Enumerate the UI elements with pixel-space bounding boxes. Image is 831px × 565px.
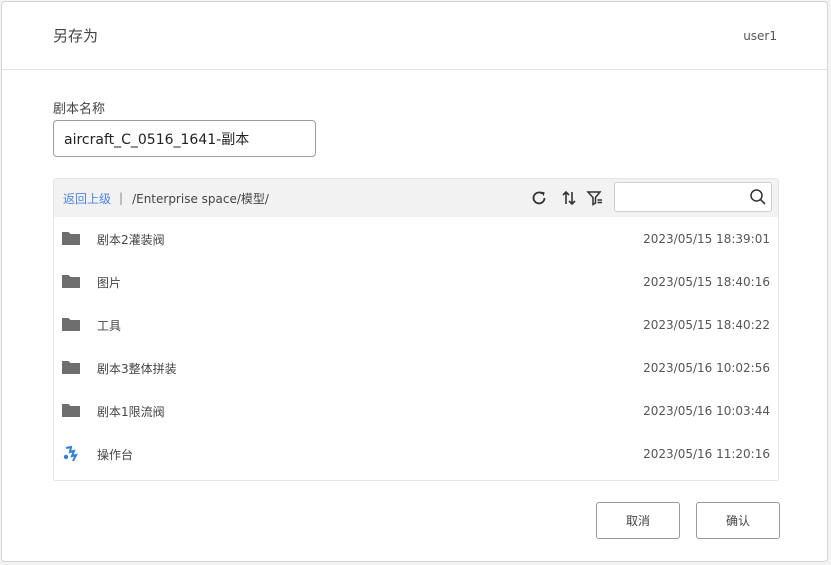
scenario-name-input[interactable] (53, 120, 316, 157)
dialog-title: 另存为 (53, 27, 99, 45)
cancel-button[interactable]: 取消 (596, 502, 680, 539)
user-name: user1 (743, 28, 777, 43)
refresh-icon[interactable] (529, 188, 549, 208)
folder-icon (62, 359, 80, 377)
search-input[interactable] (615, 183, 745, 211)
file-time: 2023/05/16 10:02:56 (643, 361, 770, 375)
confirm-button[interactable]: 确认 (696, 502, 780, 539)
name-field-label: 剧本名称 (53, 102, 106, 117)
folder-icon (62, 402, 80, 420)
folder-icon (62, 273, 80, 291)
file-browser-toolbar: 返回上级 | /Enterprise space/模型/ (54, 179, 778, 217)
file-name: 剧本3整体拼装 (97, 361, 177, 376)
file-name: 工具 (97, 318, 122, 333)
file-time: 2023/05/15 18:40:22 (643, 318, 770, 332)
folder-icon (62, 230, 80, 248)
list-item[interactable]: 剧本2灌装阀 2023/05/15 18:39:01 (54, 218, 778, 260)
sort-icon[interactable] (559, 188, 579, 208)
list-item[interactable]: 剧本3整体拼装 2023/05/16 10:02:56 (54, 347, 778, 389)
list-item[interactable]: 图片 2023/05/15 18:40:16 (54, 261, 778, 303)
filter-icon[interactable] (585, 188, 605, 208)
scenario-file-icon (62, 445, 80, 463)
file-name: 剧本2灌装阀 (97, 232, 165, 247)
file-name: 操作台 (97, 447, 134, 462)
back-to-parent-link[interactable]: 返回上级 (63, 190, 111, 207)
list-item[interactable]: 工具 2023/05/15 18:40:22 (54, 304, 778, 346)
file-time: 2023/05/15 18:40:16 (643, 275, 770, 289)
dialog-header: 另存为 user1 (2, 2, 827, 70)
save-as-dialog: 另存为 user1 剧本名称 返回上级 | /Enterprise space/… (1, 1, 828, 562)
folder-icon (62, 316, 80, 334)
breadcrumb-separator: | (119, 191, 124, 205)
search-box (614, 182, 772, 212)
file-name: 图片 (97, 275, 122, 290)
file-time: 2023/05/16 11:20:16 (643, 447, 770, 461)
file-time: 2023/05/15 18:39:01 (643, 232, 770, 246)
file-time: 2023/05/16 10:03:44 (643, 404, 770, 418)
list-item[interactable]: 剧本1限流阀 2023/05/16 10:03:44 (54, 390, 778, 432)
file-name: 剧本1限流阀 (97, 404, 165, 419)
file-browser: 返回上级 | /Enterprise space/模型/ 剧本2灌装阀 2023… (53, 178, 779, 481)
search-icon[interactable] (749, 188, 767, 206)
list-item[interactable]: 操作台 2023/05/16 11:20:16 (54, 433, 778, 475)
breadcrumb-path: /Enterprise space/模型/ (132, 191, 269, 206)
